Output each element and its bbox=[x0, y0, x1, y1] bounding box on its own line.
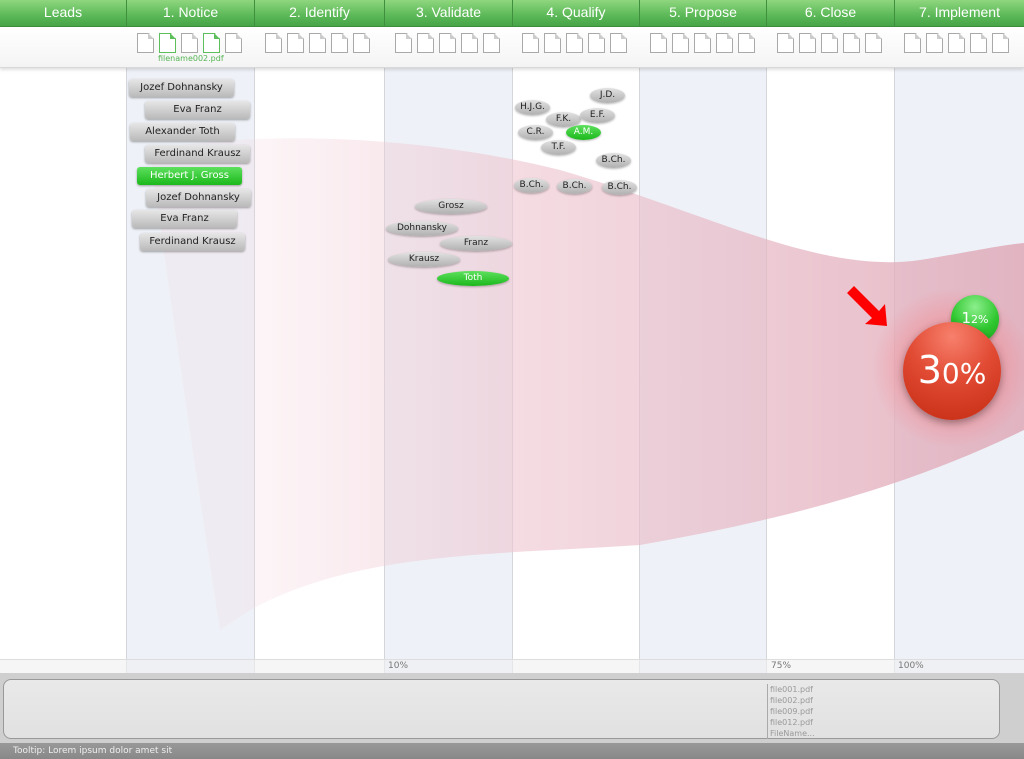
person-oval[interactable]: Franz bbox=[440, 236, 512, 251]
document-icon[interactable] bbox=[992, 33, 1009, 53]
person-chip[interactable]: Eva Franz bbox=[132, 210, 237, 228]
document-icon[interactable] bbox=[948, 33, 965, 53]
document-icon[interactable] bbox=[331, 33, 348, 53]
person-chip[interactable]: Herbert J. Gross bbox=[137, 167, 242, 185]
person-initials[interactable]: B.Ch. bbox=[596, 153, 631, 168]
file-list: file001.pdf file002.pdf file009.pdf file… bbox=[767, 684, 815, 739]
file-icon-group bbox=[395, 33, 500, 53]
document-icon[interactable] bbox=[395, 33, 412, 53]
document-icon[interactable] bbox=[353, 33, 370, 53]
person-chip[interactable]: Jozef Dohnansky bbox=[146, 189, 251, 207]
document-icon[interactable] bbox=[716, 33, 733, 53]
document-icon[interactable] bbox=[137, 33, 154, 53]
header-qualify[interactable]: 4. Qualify bbox=[513, 0, 640, 27]
person-initials[interactable]: J.D. bbox=[590, 88, 625, 103]
main-percent-suffix: 0% bbox=[941, 357, 987, 390]
document-icon[interactable] bbox=[672, 33, 689, 53]
document-icon[interactable] bbox=[417, 33, 434, 53]
file-icon-group bbox=[137, 33, 242, 53]
document-icon[interactable] bbox=[181, 33, 198, 53]
document-icon[interactable] bbox=[225, 33, 242, 53]
document-icon[interactable] bbox=[926, 33, 943, 53]
file-icon-group bbox=[650, 33, 755, 53]
document-icon[interactable] bbox=[566, 33, 583, 53]
progress-label-validate: 10% bbox=[388, 661, 409, 671]
status-bar: Tooltip: Lorem ipsum dolor amet sit bbox=[0, 743, 1024, 759]
header-propose[interactable]: 5. Propose bbox=[640, 0, 767, 27]
main-percent-indicator[interactable]: 30% bbox=[903, 322, 1001, 420]
person-initials[interactable]: B.Ch. bbox=[514, 178, 549, 193]
file-icon-group bbox=[777, 33, 882, 53]
person-chip[interactable]: Alexander Toth bbox=[130, 123, 235, 141]
stage-header: Leads 1. Notice 2. Identify 3. Validate … bbox=[0, 0, 1024, 27]
header-notice[interactable]: 1. Notice bbox=[127, 0, 255, 27]
person-oval[interactable]: Toth bbox=[437, 271, 509, 286]
person-initials[interactable]: C.R. bbox=[518, 125, 553, 140]
header-validate[interactable]: 3. Validate bbox=[385, 0, 513, 27]
document-icon[interactable] bbox=[522, 33, 539, 53]
document-icon[interactable] bbox=[694, 33, 711, 53]
file-icon-group bbox=[522, 33, 627, 53]
file-icon-group bbox=[265, 33, 370, 53]
detail-panel bbox=[3, 679, 1000, 739]
file-list-item[interactable]: file009.pdf bbox=[770, 706, 815, 717]
document-icon[interactable] bbox=[544, 33, 561, 53]
header-identify[interactable]: 2. Identify bbox=[255, 0, 385, 27]
document-icon[interactable] bbox=[799, 33, 816, 53]
file-list-item[interactable]: file001.pdf bbox=[770, 684, 815, 695]
progress-label-implement: 100% bbox=[898, 661, 924, 671]
document-icon[interactable] bbox=[159, 33, 176, 53]
document-icon[interactable] bbox=[821, 33, 838, 53]
person-initials[interactable]: B.Ch. bbox=[602, 180, 637, 195]
person-initials[interactable]: B.Ch. bbox=[557, 179, 592, 194]
document-icon[interactable] bbox=[865, 33, 882, 53]
document-icon[interactable] bbox=[265, 33, 282, 53]
person-chip[interactable]: Ferdinand Krausz bbox=[145, 145, 250, 163]
progress-label-close: 75% bbox=[771, 661, 792, 671]
person-chip[interactable]: Jozef Dohnansky bbox=[129, 79, 234, 97]
document-icon[interactable] bbox=[588, 33, 605, 53]
arrow-icon bbox=[847, 286, 887, 326]
document-icon[interactable] bbox=[483, 33, 500, 53]
person-initials[interactable]: T.F. bbox=[541, 140, 576, 155]
header-implement[interactable]: 7. Implement bbox=[895, 0, 1024, 27]
file-list-item[interactable]: FileName... bbox=[770, 728, 815, 739]
file-list-item[interactable]: file002.pdf bbox=[770, 695, 815, 706]
document-icon[interactable] bbox=[738, 33, 755, 53]
progress-row bbox=[0, 659, 1024, 673]
person-oval[interactable]: Krausz bbox=[388, 252, 460, 267]
document-icon[interactable] bbox=[287, 33, 304, 53]
file-icon-group bbox=[904, 33, 1009, 53]
document-icon[interactable] bbox=[461, 33, 478, 53]
document-icon[interactable] bbox=[970, 33, 987, 53]
document-icon[interactable] bbox=[439, 33, 456, 53]
person-initials[interactable]: A.M. bbox=[566, 125, 601, 140]
person-initials[interactable]: E.F. bbox=[580, 108, 615, 123]
file-list-item[interactable]: file012.pdf bbox=[770, 717, 815, 728]
person-initials[interactable]: H.J.G. bbox=[515, 100, 550, 115]
document-icon[interactable] bbox=[610, 33, 627, 53]
file-name-label: filename002.pdf bbox=[158, 54, 224, 63]
person-chip[interactable]: Eva Franz bbox=[145, 101, 250, 119]
person-chip[interactable]: Ferdinand Krausz bbox=[140, 233, 245, 251]
header-close[interactable]: 6. Close bbox=[767, 0, 895, 27]
document-icon[interactable] bbox=[843, 33, 860, 53]
document-icon[interactable] bbox=[203, 33, 220, 53]
header-leads[interactable]: Leads bbox=[0, 0, 127, 27]
person-oval[interactable]: Grosz bbox=[415, 199, 487, 214]
secondary-percent-suffix: 2% bbox=[971, 313, 989, 326]
document-icon[interactable] bbox=[650, 33, 667, 53]
document-icon[interactable] bbox=[309, 33, 326, 53]
document-icon[interactable] bbox=[777, 33, 794, 53]
person-oval[interactable]: Dohnansky bbox=[386, 221, 458, 236]
document-icon[interactable] bbox=[904, 33, 921, 53]
main-percent-digit: 3 bbox=[917, 348, 942, 392]
